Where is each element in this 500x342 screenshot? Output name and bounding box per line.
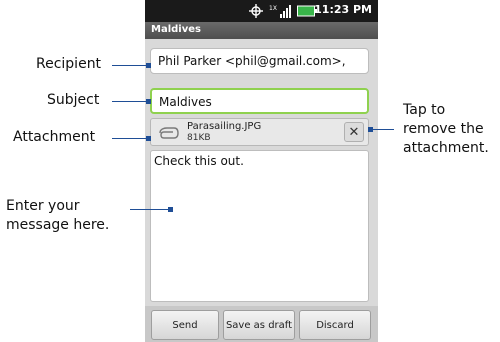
phone-screen: 1X 11:23 PM Maldives Phil Parker <phil@g… [145, 0, 378, 342]
subject-value: Maldives [159, 95, 212, 109]
recipient-field[interactable]: Phil Parker <phil@gmail.com>, [150, 48, 369, 74]
save-as-draft-button[interactable]: Save as draft [223, 310, 295, 340]
callout-dot [146, 99, 151, 104]
callout-subject: Subject [47, 92, 100, 108]
callout-remove-line1: Tap to [403, 102, 446, 118]
callout-attachment: Attachment [13, 129, 96, 145]
message-body-field[interactable]: Check this out. [150, 150, 369, 302]
callout-remove-line2: remove the [403, 121, 484, 137]
window-title: Maldives [151, 24, 201, 35]
callout-remove-attachment: Tap to remove the attachment. [403, 101, 489, 158]
callout-dot [146, 63, 151, 68]
callout-message-line1: Enter your [6, 198, 80, 214]
callout-line [370, 129, 394, 130]
callout-dot [168, 207, 173, 212]
close-icon: ✕ [348, 124, 360, 140]
status-clock: 11:23 PM [314, 3, 372, 16]
remove-attachment-button[interactable]: ✕ [344, 122, 364, 142]
recipient-value: Phil Parker <phil@gmail.com>, [158, 54, 346, 68]
discard-button[interactable]: Discard [299, 310, 371, 340]
send-button[interactable]: Send [151, 310, 219, 340]
callout-message-line2: message here. [6, 217, 110, 233]
attachment-size: 81KB [187, 133, 211, 143]
message-body-text: Check this out. [154, 154, 244, 168]
data-signal-icon: 1X [269, 5, 291, 18]
status-bar: 1X 11:23 PM [145, 0, 378, 22]
paperclip-icon [159, 127, 179, 139]
callout-remove-line3: attachment. [403, 140, 489, 156]
callout-line [112, 101, 148, 102]
gps-icon [249, 4, 263, 18]
attachment-filename: Parasailing.JPG [187, 121, 262, 132]
action-button-bar: Send Save as draft Discard [145, 306, 378, 342]
subject-field[interactable]: Maldives [150, 88, 369, 114]
callout-line [112, 138, 148, 139]
svg-text:1X: 1X [269, 5, 277, 12]
callout-recipient: Recipient [36, 56, 102, 72]
callout-dot [146, 136, 151, 141]
attachment-row[interactable]: Parasailing.JPG 81KB ✕ [150, 118, 369, 146]
title-bar: Maldives [145, 22, 378, 39]
callout-message: Enter your message here. [6, 197, 109, 235]
callout-line [112, 65, 148, 66]
callout-line [130, 209, 170, 210]
status-icons: 1X [249, 4, 317, 18]
